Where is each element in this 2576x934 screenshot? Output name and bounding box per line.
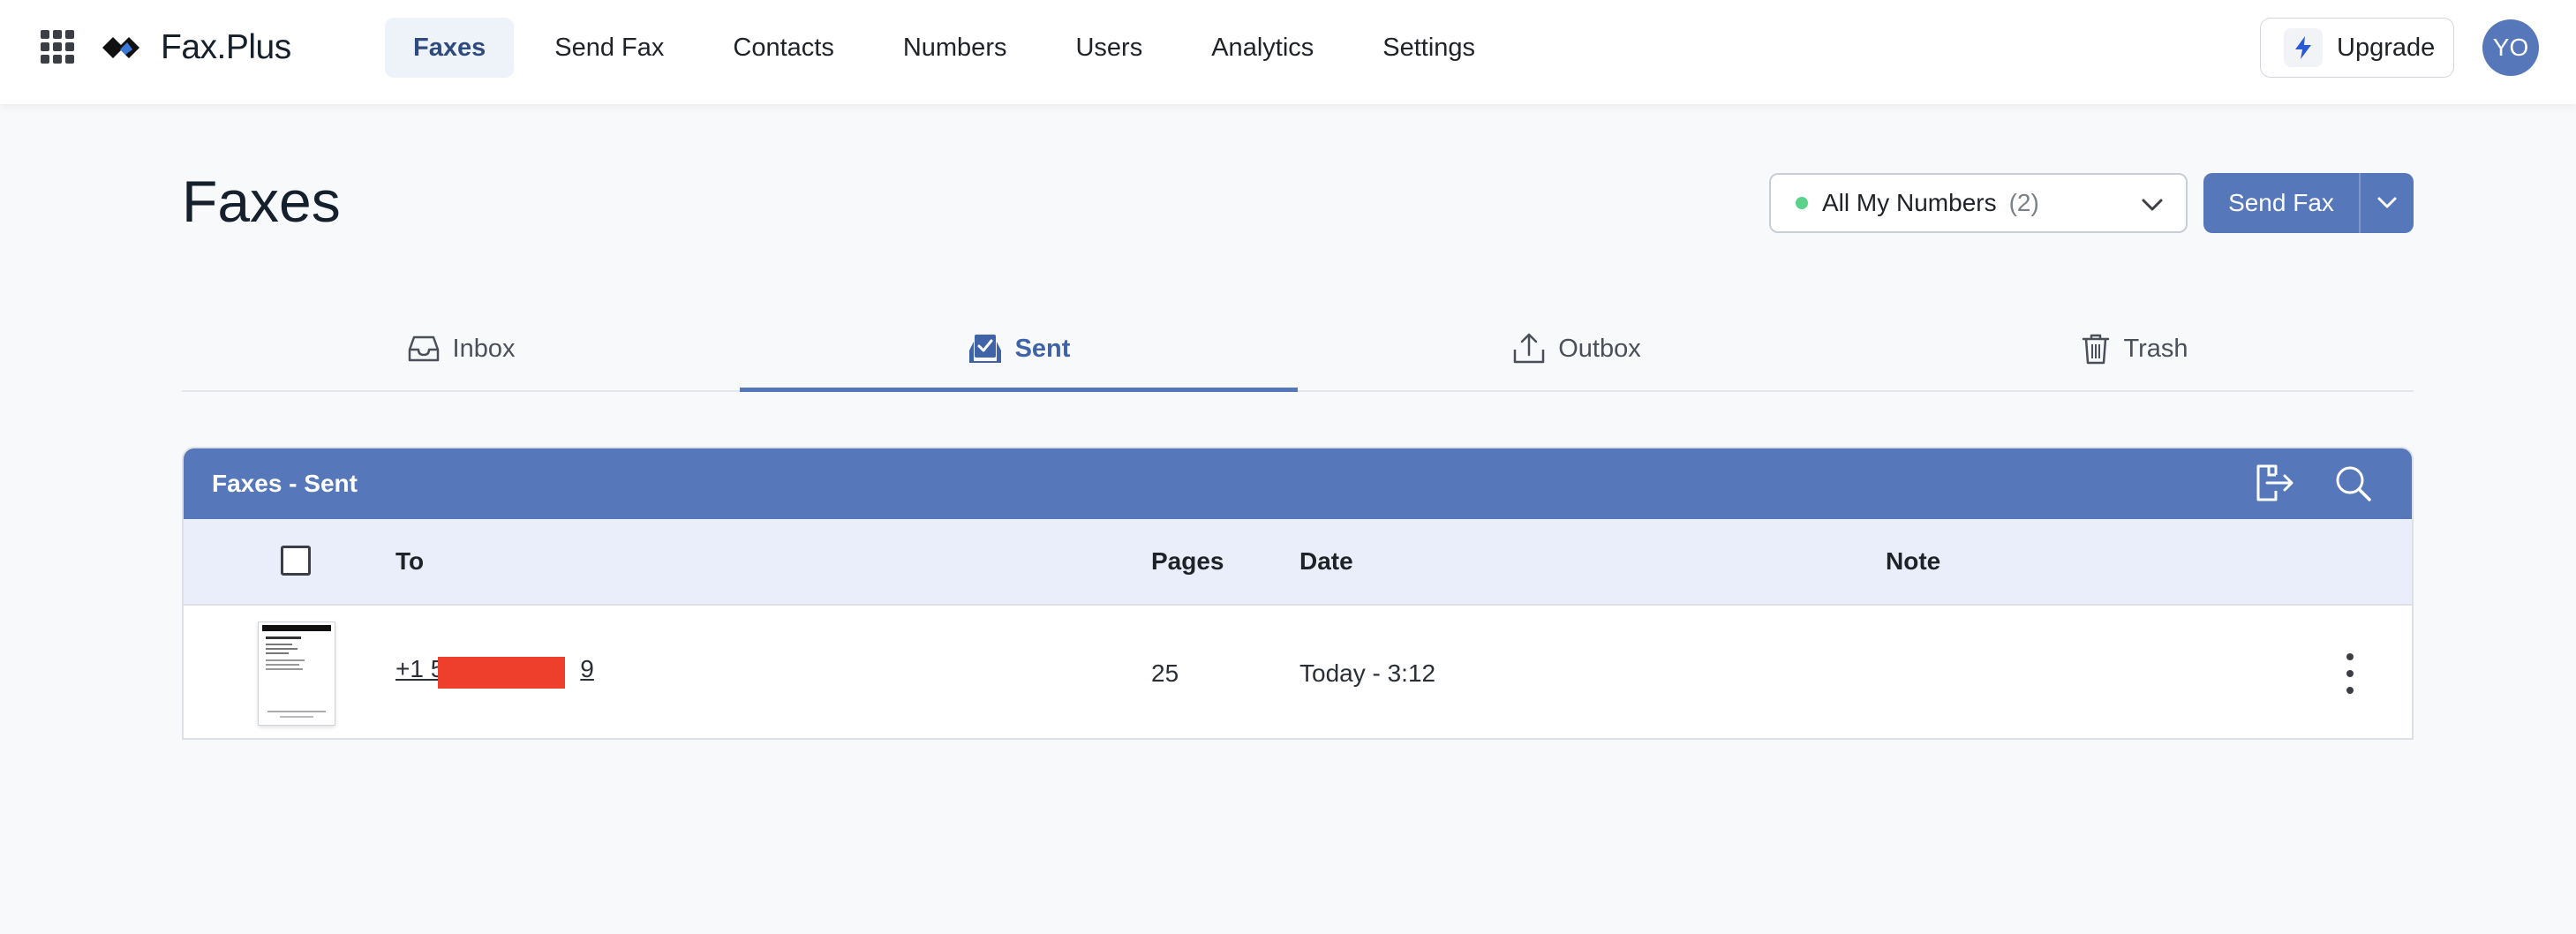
tab-sent-label: Sent [1014, 334, 1071, 363]
sent-icon [968, 335, 1001, 363]
tab-inbox-label: Inbox [452, 334, 516, 363]
column-header-date[interactable]: Date [1299, 519, 1353, 604]
table-header: To Pages Date Note [184, 519, 2412, 606]
nav-send-fax[interactable]: Send Fax [526, 18, 692, 78]
numbers-filter-label: All My Numbers [1822, 189, 1997, 216]
export-icon[interactable] [2253, 463, 2297, 503]
redaction-bar [438, 657, 565, 689]
app-logo[interactable]: Fax.Plus [99, 23, 291, 72]
fax-folder-tabs: Inbox Sent Outbox Trash [182, 307, 2414, 392]
nav-numbers[interactable]: Numbers [875, 18, 1036, 78]
column-header-pages[interactable]: Pages [1151, 519, 1224, 604]
pages-cell: 25 [1151, 659, 1179, 687]
tab-sent[interactable]: Sent [740, 307, 1298, 392]
numbers-filter-count: (2) [2008, 189, 2039, 216]
tab-trash-label: Trash [2123, 334, 2188, 363]
fax-thumbnail[interactable] [258, 621, 335, 726]
date-cell: Today - 3:12 [1299, 659, 1436, 687]
lightning-bolt-icon [2284, 28, 2323, 67]
panel-header: Faxes - Sent [184, 448, 2412, 519]
tab-trash[interactable]: Trash [1856, 307, 2414, 390]
send-fax-button[interactable]: Send Fax [2203, 173, 2359, 233]
tab-inbox[interactable]: Inbox [182, 307, 740, 390]
nav-analytics[interactable]: Analytics [1183, 18, 1342, 78]
status-dot [1796, 197, 1808, 209]
app-name: Fax.Plus [161, 28, 291, 66]
logo-mark-icon [102, 37, 139, 58]
trash-icon [2083, 334, 2110, 365]
table-row[interactable]: +1 5 9 25 Today - 3:12 [184, 606, 2412, 738]
numbers-filter-select[interactable]: All My Numbers (2) [1769, 173, 2188, 233]
nav-settings[interactable]: Settings [1354, 18, 1503, 78]
chevron-down-icon [2142, 199, 2163, 211]
faxes-sent-panel: Faxes - Sent To Pages Date Note +1 5 9 2… [182, 447, 2414, 740]
send-fax-split-button: Send Fax [2203, 173, 2414, 233]
tab-outbox[interactable]: Outbox [1298, 307, 1856, 390]
panel-title: Faxes - Sent [212, 470, 358, 497]
send-fax-dropdown-button[interactable] [2359, 173, 2414, 233]
upgrade-button[interactable]: Upgrade [2260, 18, 2454, 78]
chevron-down-icon [2377, 197, 2397, 208]
tab-outbox-label: Outbox [1558, 334, 1641, 363]
nav-contacts[interactable]: Contacts [704, 18, 862, 78]
column-header-to[interactable]: To [395, 519, 424, 604]
column-header-note[interactable]: Note [1886, 519, 1940, 604]
user-avatar[interactable]: YO [2482, 19, 2539, 76]
inbox-icon [408, 335, 439, 362]
apps-grid-icon[interactable] [41, 30, 74, 64]
more-options-icon[interactable] [2341, 653, 2359, 694]
search-icon[interactable] [2334, 464, 2373, 503]
upgrade-label: Upgrade [2337, 33, 2436, 62]
outbox-icon [1514, 333, 1545, 364]
select-all-checkbox[interactable] [281, 546, 311, 576]
recipient-number-prefix: +1 5 [395, 655, 445, 682]
fax-document-preview-icon [262, 625, 331, 718]
nav-faxes[interactable]: Faxes [385, 18, 515, 78]
top-bar: Fax.Plus Faxes Send Fax Contacts Numbers… [0, 0, 2576, 104]
recipient-number-suffix: 9 [580, 655, 594, 682]
main-nav: Faxes Send Fax Contacts Numbers Users An… [385, 18, 1516, 78]
page-title: Faxes [182, 169, 341, 234]
nav-users[interactable]: Users [1047, 18, 1171, 78]
